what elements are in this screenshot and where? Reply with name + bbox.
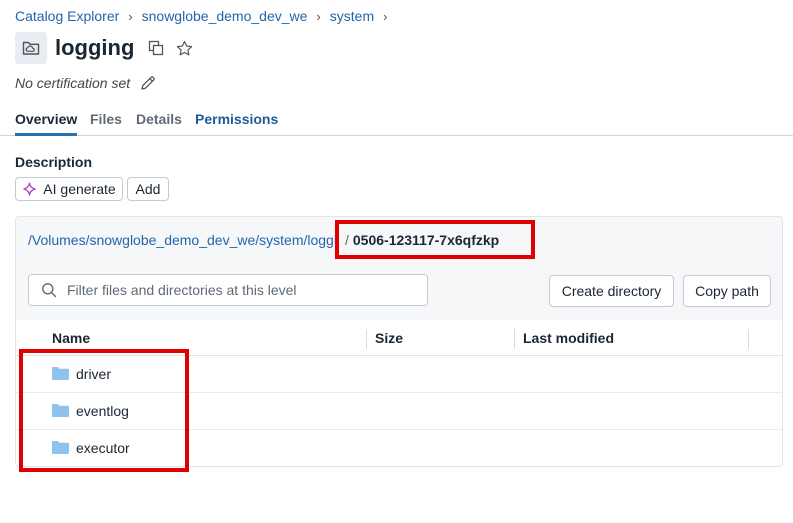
breadcrumb-catalog-explorer[interactable]: Catalog Explorer	[15, 8, 119, 24]
column-last-modified[interactable]: Last modified	[523, 330, 614, 346]
breadcrumb-separator: ›	[128, 8, 133, 24]
column-divider[interactable]	[366, 329, 367, 349]
path-link[interactable]: /Volumes/snowglobe_demo_dev_we/system/lo…	[28, 232, 337, 248]
tab-details[interactable]: Details	[136, 111, 182, 127]
title-row: logging	[15, 32, 193, 64]
table-row[interactable]: eventlog	[16, 393, 782, 430]
path-separator: /	[345, 232, 349, 248]
file-name[interactable]: executor	[76, 440, 130, 456]
table-row[interactable]: driver	[16, 356, 782, 393]
search-icon	[41, 282, 57, 298]
breadcrumb-separator: ›	[383, 8, 388, 24]
folder-icon	[52, 441, 69, 457]
volume-icon	[15, 32, 47, 64]
add-label: Add	[135, 181, 161, 197]
copy-path-label: Copy path	[695, 283, 759, 299]
file-browser-panel: /Volumes/snowglobe_demo_dev_we/system/lo…	[15, 216, 783, 467]
table-row[interactable]: executor	[16, 430, 782, 466]
add-description-button[interactable]: Add	[127, 177, 169, 201]
folder-icon	[52, 367, 69, 383]
volume-path: /Volumes/snowglobe_demo_dev_we/system/lo…	[28, 232, 499, 248]
ai-generate-button[interactable]: AI generate	[15, 177, 123, 201]
tab-overview[interactable]: Overview	[15, 111, 78, 136]
path-current: 0506-123117-7x6qfzkp	[352, 232, 500, 248]
breadcrumb-catalog[interactable]: snowglobe_demo_dev_we	[142, 8, 308, 24]
file-name[interactable]: eventlog	[76, 403, 129, 419]
column-size[interactable]: Size	[375, 330, 403, 346]
star-icon[interactable]	[176, 40, 193, 57]
filter-field[interactable]	[28, 274, 428, 306]
sparkle-icon	[22, 181, 37, 197]
tab-files[interactable]: Files	[90, 111, 122, 127]
copy-icon[interactable]	[148, 40, 164, 56]
tab-bar: Overview Files Details Permissions	[0, 108, 793, 136]
column-divider[interactable]	[514, 329, 515, 349]
create-directory-label: Create directory	[561, 283, 662, 299]
column-divider[interactable]	[748, 329, 749, 349]
copy-path-button[interactable]: Copy path	[683, 275, 771, 307]
file-name[interactable]: driver	[76, 366, 111, 382]
create-directory-button[interactable]: Create directory	[549, 275, 674, 307]
filter-input[interactable]	[65, 281, 409, 299]
table-header: Name Size Last modified	[16, 321, 782, 356]
ai-generate-label: AI generate	[43, 181, 116, 197]
breadcrumb: Catalog Explorer › snowglobe_demo_dev_we…	[15, 8, 396, 24]
certification-row: No certification set	[15, 75, 156, 91]
page-title: logging	[55, 35, 135, 60]
folder-icon	[52, 404, 69, 420]
certification-text: No certification set	[15, 75, 131, 91]
tab-permissions[interactable]: Permissions	[195, 111, 278, 127]
column-name[interactable]: Name	[52, 330, 90, 346]
file-browser-header: /Volumes/snowglobe_demo_dev_we/system/lo…	[16, 217, 782, 320]
pencil-icon[interactable]	[140, 75, 156, 91]
breadcrumb-schema[interactable]: system	[330, 8, 374, 24]
breadcrumb-separator: ›	[316, 8, 321, 24]
description-label: Description	[15, 154, 93, 170]
